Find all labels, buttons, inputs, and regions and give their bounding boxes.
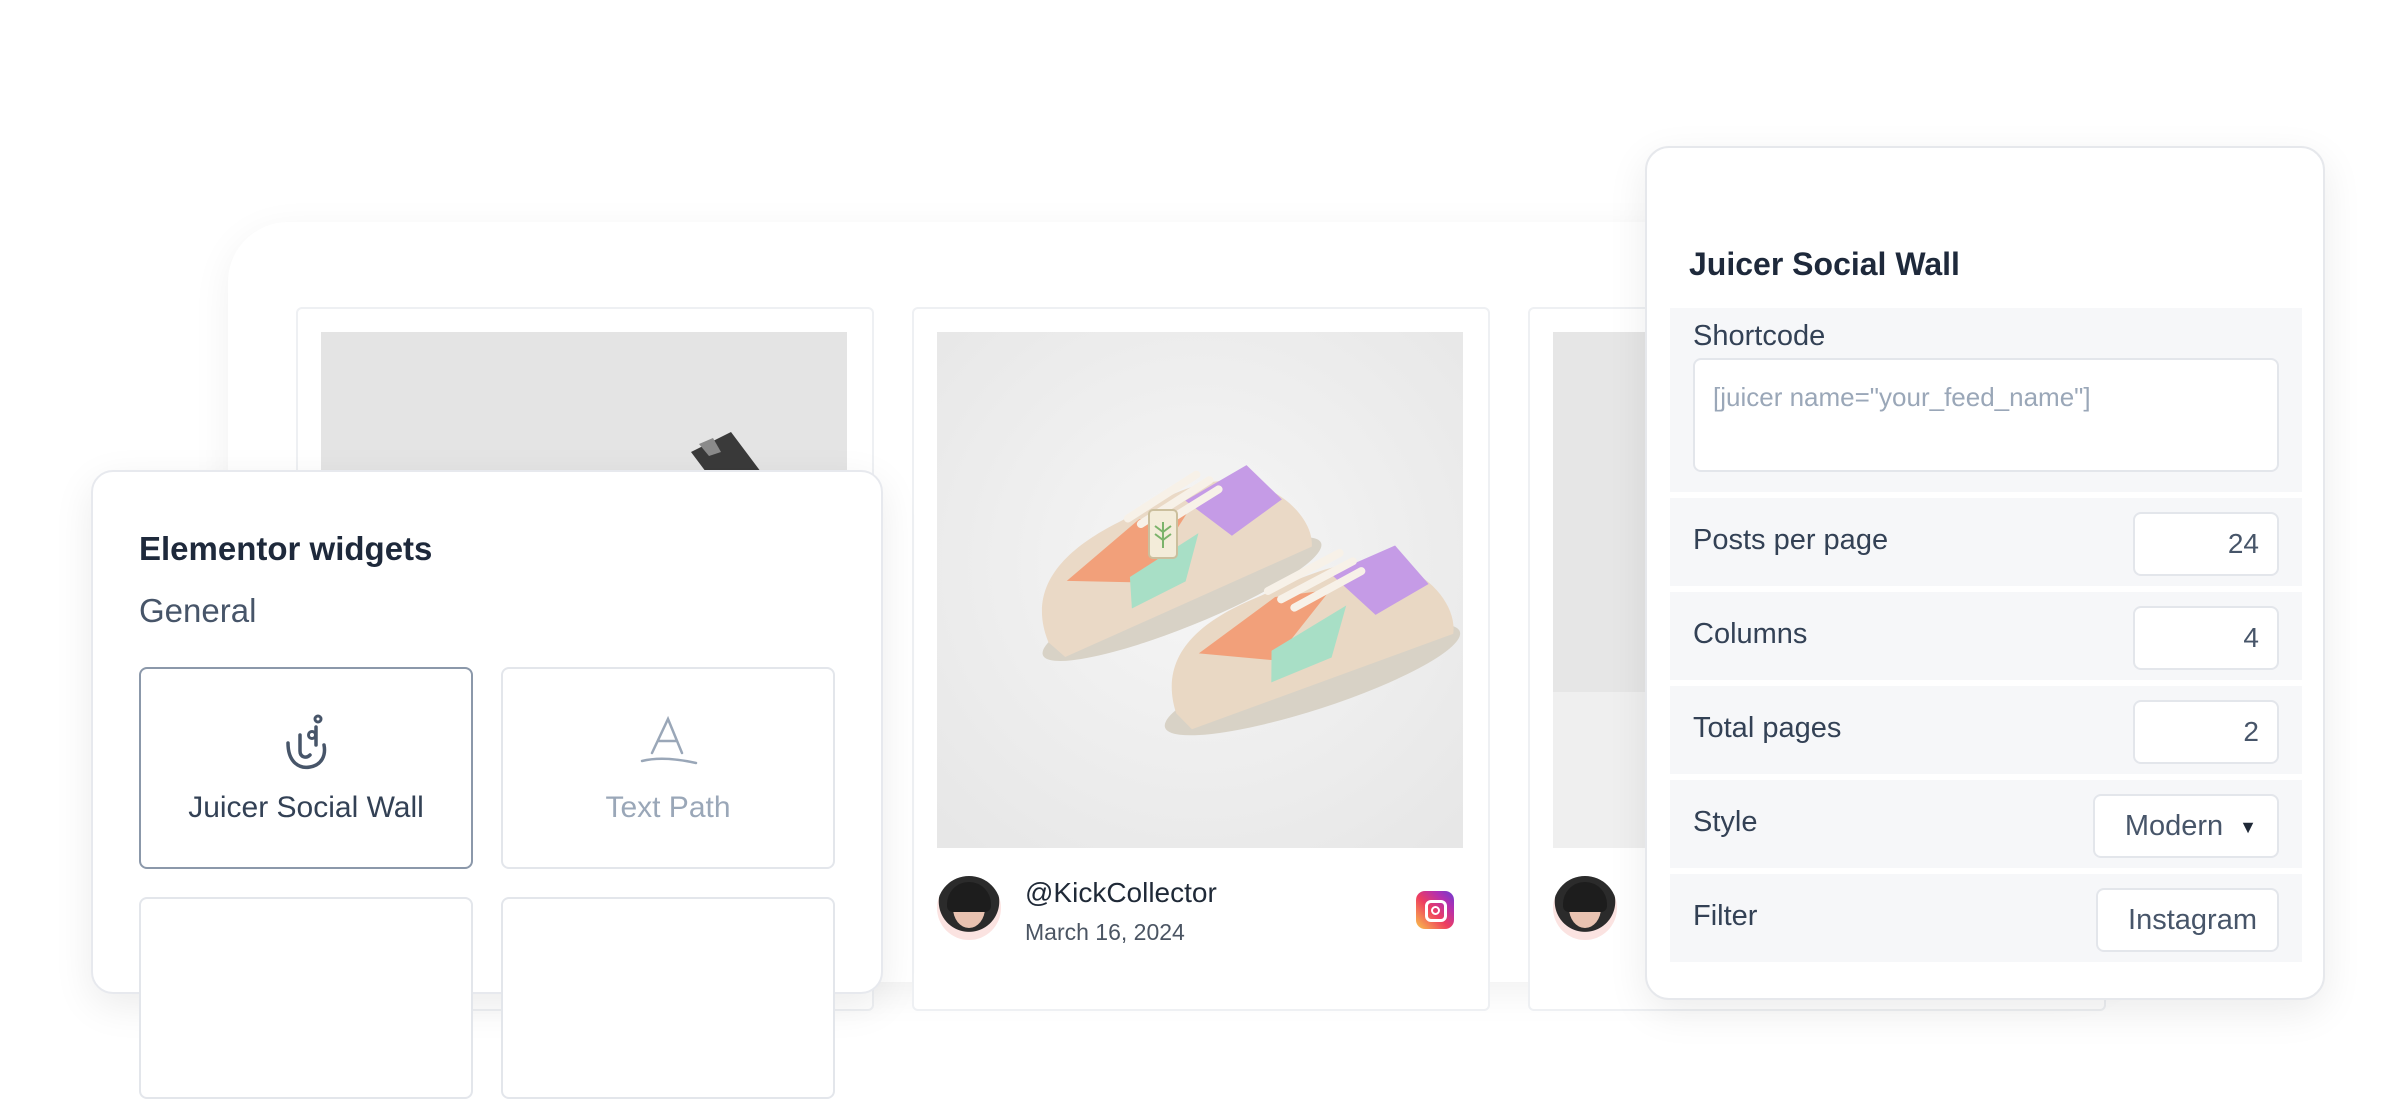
filter-value: Instagram (2128, 904, 2257, 936)
columns-label: Columns (1693, 618, 1808, 650)
shortcode-input[interactable]: [juicer name="your_feed_name"] (1693, 358, 2279, 472)
widget-label: Juicer Social Wall (188, 791, 424, 824)
juicer-icon (286, 714, 327, 770)
widget-tile[interactable] (139, 897, 473, 1099)
text-path-icon (640, 715, 698, 765)
style-label: Style (1693, 806, 1758, 838)
post-image (937, 332, 1463, 848)
post-date: March 16, 2024 (1025, 919, 1185, 945)
post-card[interactable]: @KickCollector March 16, 2024 (912, 307, 1490, 1011)
posts-per-page-row: Posts per page 24 (1670, 498, 2302, 586)
widget-tile[interactable] (501, 897, 835, 1099)
juicer-settings-panel: Juicer Social Wall Shortcode [juicer nam… (1645, 146, 2325, 1000)
widget-label: Text Path (605, 791, 731, 824)
columns-row: Columns 4 (1670, 592, 2302, 680)
settings-title: Juicer Social Wall (1689, 246, 1960, 282)
total-pages-label: Total pages (1693, 712, 1842, 744)
avatar[interactable] (1553, 876, 1617, 940)
elementor-widgets-panel: Elementor widgets General Juicer Social … (91, 470, 883, 1099)
columns-input[interactable]: 4 (2133, 606, 2279, 670)
filter-row: Filter Instagram (1670, 874, 2302, 962)
instagram-icon[interactable] (1416, 891, 1454, 929)
widget-juicer-social-wall[interactable]: Juicer Social Wall (139, 667, 473, 869)
posts-per-page-label: Posts per page (1693, 524, 1889, 556)
panel-title: Elementor widgets (139, 530, 433, 567)
filter-select[interactable]: Instagram (2096, 888, 2279, 952)
section-heading: General (139, 592, 257, 629)
filter-label: Filter (1693, 900, 1758, 932)
widget-text-path[interactable]: Text Path (501, 667, 835, 869)
style-value: Modern (2124, 810, 2224, 842)
total-pages-input[interactable]: 2 (2133, 700, 2279, 764)
post-handle[interactable]: @KickCollector (1025, 877, 1217, 909)
shortcode-label: Shortcode (1693, 320, 1826, 352)
shortcode-row: Shortcode [juicer name="your_feed_name"] (1670, 308, 2302, 492)
style-row: Style Modern ▼ (1670, 780, 2302, 868)
chevron-down-icon: ▼ (2239, 816, 2257, 837)
total-pages-row: Total pages 2 (1670, 686, 2302, 774)
avatar[interactable] (937, 876, 1001, 940)
style-select[interactable]: Modern ▼ (2092, 794, 2279, 858)
posts-per-page-input[interactable]: 24 (2133, 512, 2279, 576)
